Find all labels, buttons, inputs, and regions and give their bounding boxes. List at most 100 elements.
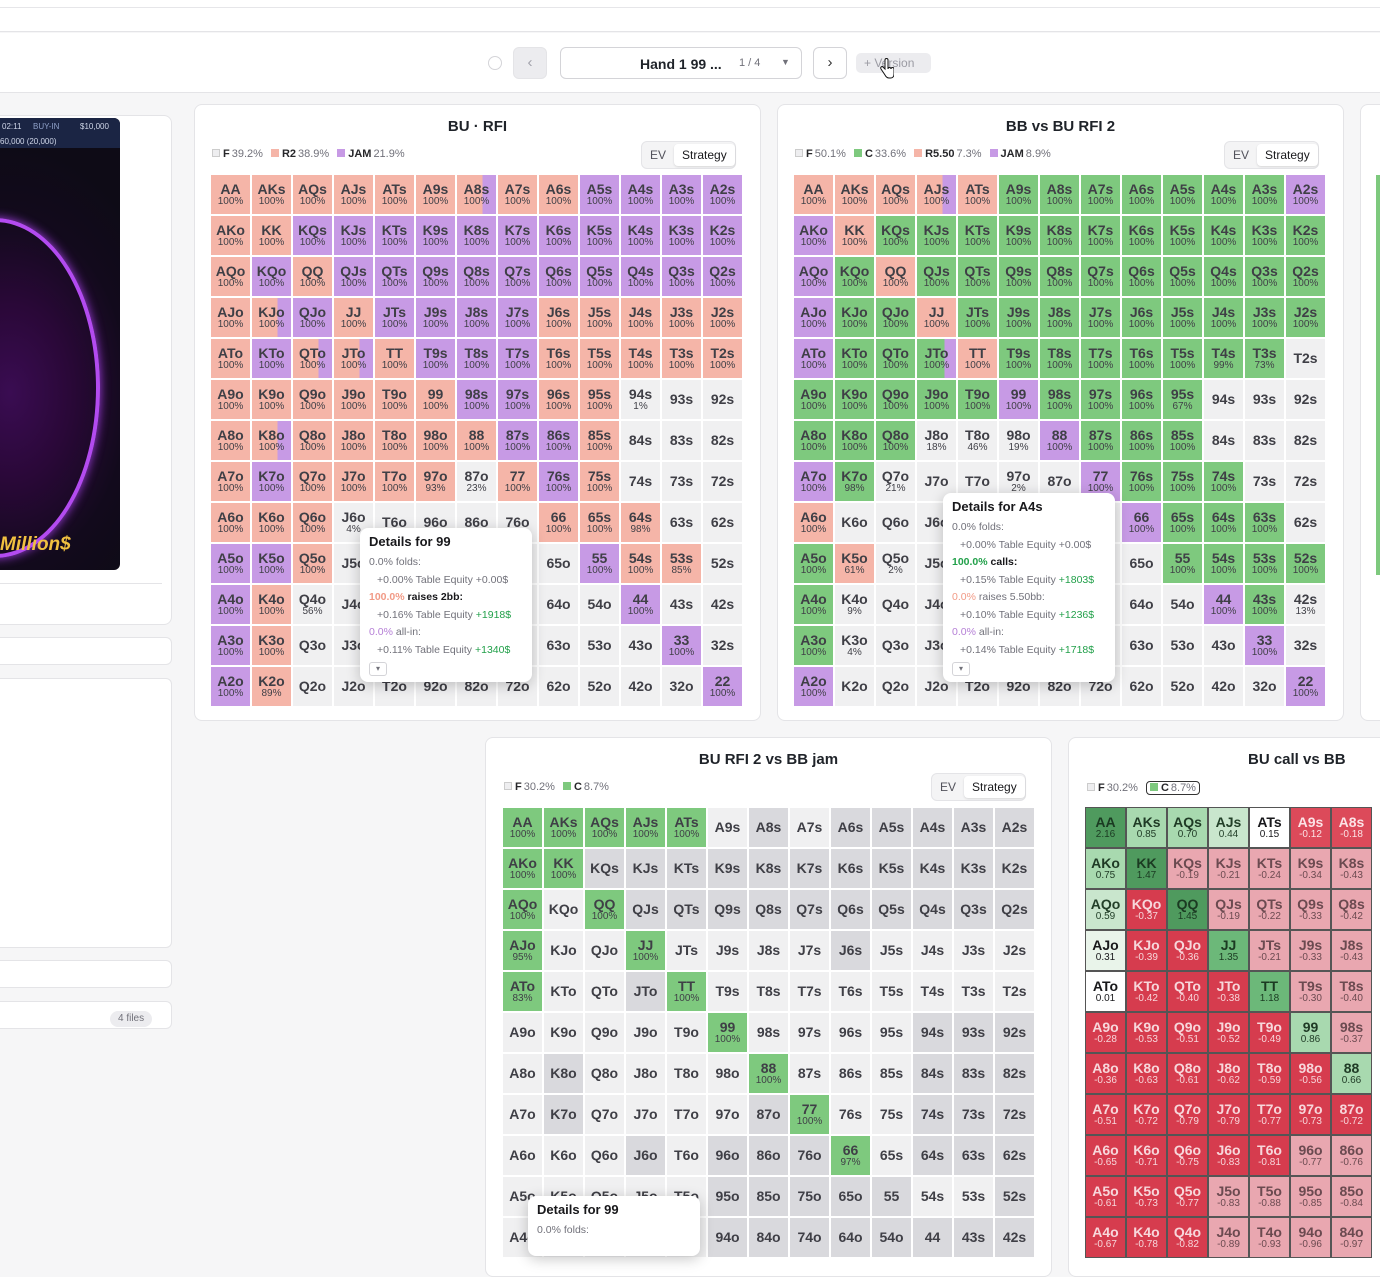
hand-cell[interactable]: J8o -0.62 bbox=[1208, 1053, 1249, 1094]
hand-cell[interactable]: 42o bbox=[1203, 666, 1244, 707]
hand-cell[interactable]: J7o -0.79 bbox=[1208, 1094, 1249, 1135]
hand-cell[interactable]: A7s 100% bbox=[1080, 174, 1121, 215]
hand-cell[interactable]: T2s bbox=[994, 971, 1035, 1012]
hand-cell[interactable]: J7s bbox=[789, 930, 830, 971]
hand-cell[interactable]: K6s bbox=[830, 848, 871, 889]
hand-cell[interactable]: Q9o 100% bbox=[292, 379, 333, 420]
hand-cell[interactable]: J2s 100% bbox=[1285, 297, 1326, 338]
hand-cell[interactable]: 96o bbox=[707, 1135, 748, 1176]
hand-cell[interactable]: J9s -0.33 bbox=[1290, 930, 1331, 971]
hand-cell[interactable]: 76o bbox=[789, 1135, 830, 1176]
hand-cell[interactable]: QQ 1.45 bbox=[1167, 889, 1208, 930]
hand-cell[interactable]: ATo 83% bbox=[502, 971, 543, 1012]
hand-cell[interactable]: K7o bbox=[543, 1094, 584, 1135]
hand-cell[interactable]: Q4s 100% bbox=[620, 256, 661, 297]
hand-cell[interactable]: A6o bbox=[502, 1135, 543, 1176]
hand-cell[interactable]: 94o -0.96 bbox=[1290, 1217, 1331, 1258]
hand-cell[interactable]: 86o -0.76 bbox=[1331, 1135, 1372, 1176]
hand-cell[interactable]: A3o 100% bbox=[793, 625, 834, 666]
hand-cell[interactable]: 93s bbox=[661, 379, 702, 420]
hand-cell[interactable]: Q3s 100% bbox=[661, 256, 702, 297]
hand-cell[interactable]: Q6o -0.75 bbox=[1167, 1135, 1208, 1176]
hand-cell[interactable]: 65s 100% bbox=[579, 502, 620, 543]
hand-cell[interactable]: Q8o 100% bbox=[292, 420, 333, 461]
hand-cell[interactable]: K9s 100% bbox=[998, 215, 1039, 256]
hand-cell[interactable]: AQs 0.70 bbox=[1167, 807, 1208, 848]
hand-cell[interactable]: T9s bbox=[707, 971, 748, 1012]
hand-cell[interactable]: 43s bbox=[953, 1217, 994, 1258]
hand-cell[interactable]: T6o -0.81 bbox=[1249, 1135, 1290, 1176]
hand-cell[interactable]: Q9s 100% bbox=[415, 256, 456, 297]
hand-cell[interactable]: K4s 100% bbox=[1203, 215, 1244, 256]
legend-item[interactable]: JAM 21.9% bbox=[337, 148, 405, 160]
hand-cell[interactable]: 98s 100% bbox=[1039, 379, 1080, 420]
hand-cell[interactable]: AJs 100% bbox=[916, 174, 957, 215]
hand-select[interactable]: Hand 1 99 ... 1 / 4 ▼ bbox=[560, 47, 802, 79]
tournament-thumbnail[interactable]: 02:11 BUY-IN $10,000 60,000 (20,000) bbox=[0, 118, 120, 570]
hand-cell[interactable]: 63s 100% bbox=[1244, 502, 1285, 543]
hand-cell[interactable]: KQs 100% bbox=[875, 215, 916, 256]
toggle-strategy[interactable]: Strategy bbox=[1257, 144, 1318, 166]
hand-cell[interactable]: 66 97% bbox=[830, 1135, 871, 1176]
hand-cell[interactable]: 72s bbox=[1285, 461, 1326, 502]
hand-cell[interactable]: 22 100% bbox=[702, 666, 743, 707]
hand-cell[interactable]: QJo bbox=[584, 930, 625, 971]
hand-cell[interactable]: Q2s bbox=[994, 889, 1035, 930]
hand-cell[interactable]: T5o -0.88 bbox=[1249, 1176, 1290, 1217]
hand-cell[interactable]: Q4o 56% bbox=[292, 584, 333, 625]
hand-cell[interactable]: Q7s 100% bbox=[1080, 256, 1121, 297]
hand-cell[interactable]: K8o bbox=[543, 1053, 584, 1094]
hand-cell[interactable]: 85s bbox=[871, 1053, 912, 1094]
hand-cell[interactable]: 75s bbox=[871, 1094, 912, 1135]
hand-cell[interactable]: 54s 100% bbox=[620, 543, 661, 584]
hand-cell[interactable]: K8s bbox=[748, 848, 789, 889]
hand-cell[interactable]: 74s bbox=[912, 1094, 953, 1135]
hand-cell[interactable]: 77 100% bbox=[497, 461, 538, 502]
hand-cell[interactable]: K2s bbox=[994, 848, 1035, 889]
hand-cell[interactable]: QTs -0.22 bbox=[1249, 889, 1290, 930]
hand-cell[interactable]: K6s 100% bbox=[538, 215, 579, 256]
hand-cell[interactable]: 63o bbox=[1121, 625, 1162, 666]
status-circle-icon[interactable] bbox=[488, 56, 502, 70]
hand-cell[interactable]: 95s 67% bbox=[1162, 379, 1203, 420]
hand-cell[interactable]: T9s 100% bbox=[415, 338, 456, 379]
toggle-ev[interactable]: EV bbox=[932, 776, 964, 798]
legend-item[interactable]: F 50.1% bbox=[795, 148, 846, 160]
hand-cell[interactable]: 66 100% bbox=[1121, 502, 1162, 543]
hand-cell[interactable]: T3s 100% bbox=[661, 338, 702, 379]
hand-cell[interactable]: 82s bbox=[994, 1053, 1035, 1094]
hand-cell[interactable]: 87o bbox=[748, 1094, 789, 1135]
hand-cell[interactable]: 98o 100% bbox=[415, 420, 456, 461]
hand-cell[interactable]: J5o -0.83 bbox=[1208, 1176, 1249, 1217]
hand-cell[interactable]: 97o 93% bbox=[415, 461, 456, 502]
hand-cell[interactable]: A3s 100% bbox=[1244, 174, 1285, 215]
hand-cell[interactable]: Q4o bbox=[875, 584, 916, 625]
hand-cell[interactable]: T2s bbox=[1285, 338, 1326, 379]
hand-cell[interactable]: K6o bbox=[834, 502, 875, 543]
hand-cell[interactable]: 53o bbox=[1162, 625, 1203, 666]
hand-cell[interactable]: AJs 100% bbox=[333, 174, 374, 215]
hand-cell[interactable]: KTs 100% bbox=[957, 215, 998, 256]
hand-cell[interactable]: A8s 100% bbox=[1039, 174, 1080, 215]
hand-cell[interactable]: A7o -0.51 bbox=[1085, 1094, 1126, 1135]
hand-cell[interactable]: AJo 100% bbox=[793, 297, 834, 338]
hand-cell[interactable]: A3s 100% bbox=[661, 174, 702, 215]
hand-cell[interactable]: 84s bbox=[912, 1053, 953, 1094]
hand-cell[interactable]: Q9s -0.33 bbox=[1290, 889, 1331, 930]
hand-cell[interactable]: A9o 100% bbox=[793, 379, 834, 420]
hand-cell[interactable]: J8s 100% bbox=[456, 297, 497, 338]
hand-cell[interactable]: 84s bbox=[1203, 420, 1244, 461]
tooltip-expand-button[interactable]: ▾ bbox=[952, 662, 970, 676]
hand-cell[interactable]: ATs 100% bbox=[957, 174, 998, 215]
hand-cell[interactable]: J9s 100% bbox=[415, 297, 456, 338]
legend-item[interactable]: R5.50 7.3% bbox=[914, 148, 982, 160]
hand-cell[interactable]: J7s 100% bbox=[1080, 297, 1121, 338]
hand-cell[interactable]: T6s bbox=[830, 971, 871, 1012]
hand-cell[interactable]: 92s bbox=[702, 379, 743, 420]
hand-cell[interactable]: 88 100% bbox=[748, 1053, 789, 1094]
hand-cell[interactable]: T4s 99% bbox=[1203, 338, 1244, 379]
legend-item[interactable]: R2 38.9% bbox=[270, 148, 329, 160]
hand-cell[interactable]: AJo 95% bbox=[502, 930, 543, 971]
hand-cell[interactable]: A7s bbox=[789, 807, 830, 848]
hand-cell[interactable]: JJ 1.35 bbox=[1208, 930, 1249, 971]
